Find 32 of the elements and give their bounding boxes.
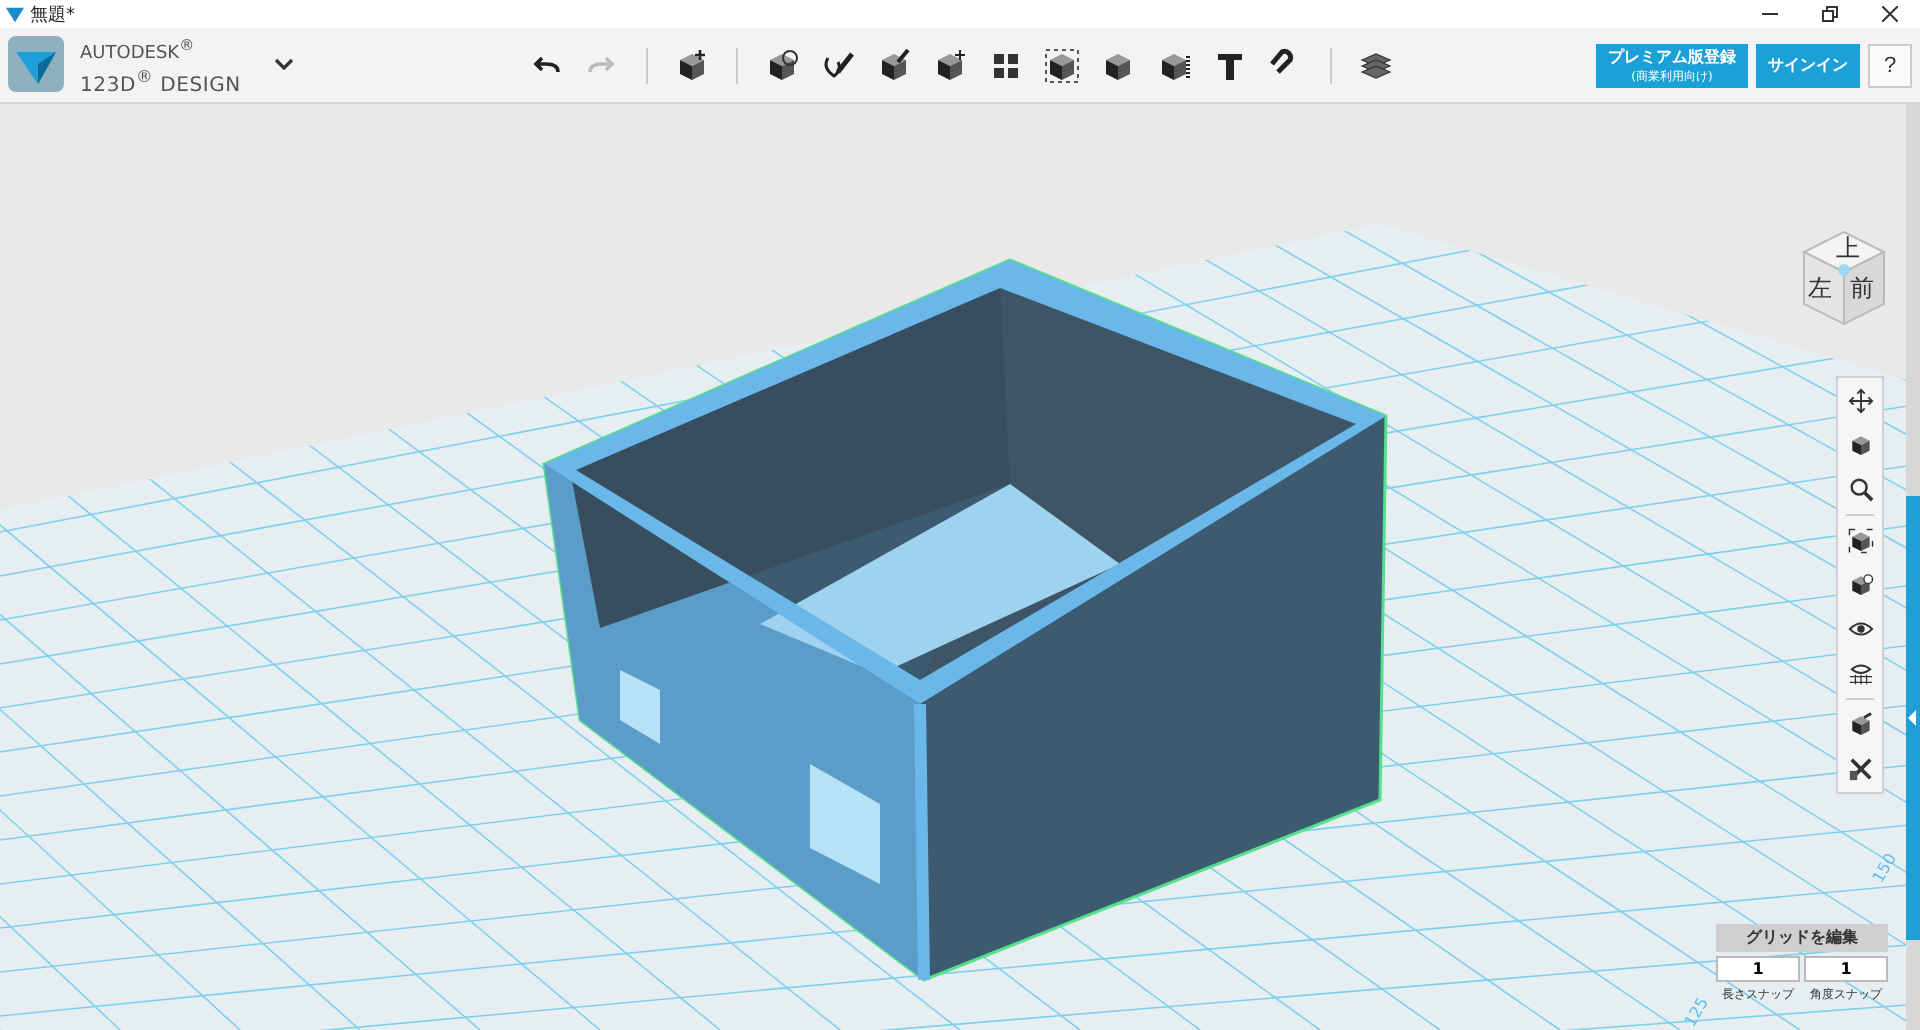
- grid-eye-icon: [1847, 660, 1873, 686]
- layers-icon: [1358, 47, 1394, 83]
- undo-arrow-icon: [532, 55, 560, 75]
- snap-input-field[interactable]: 1: [1804, 956, 1888, 982]
- app-logo-icon: [8, 36, 64, 93]
- view-cube-icon: [1847, 572, 1873, 598]
- brand-name: AUTODESK$^{®}$: [80, 33, 197, 66]
- arrow-left-icon: [1908, 710, 1918, 726]
- primitive-cube-icon: [674, 47, 710, 83]
- modify-cube-icon: [876, 47, 912, 83]
- chevron-down-icon: [274, 58, 295, 71]
- group-cube-icon: [1044, 47, 1080, 83]
- pan-arrows-icon: [1847, 388, 1873, 414]
- close-icon: [1882, 6, 1898, 22]
- orbit-cube-icon: [1847, 432, 1873, 458]
- material-cube-icon: [1847, 712, 1873, 738]
- grid-panel-title: グリッドを編集: [1716, 924, 1888, 952]
- help-button[interactable]: ?: [1868, 43, 1912, 87]
- snap-input-field[interactable]: 1: [1716, 956, 1800, 982]
- cube-face-label: 左: [1808, 272, 1832, 306]
- redo-arrow-icon: [588, 55, 616, 75]
- fit-cube-icon: [1847, 528, 1873, 554]
- view-cube[interactable]: 上 左 前: [1796, 228, 1892, 328]
- window-title: 無題*: [30, 3, 75, 27]
- cube-face-label: 前: [1850, 272, 1874, 306]
- restore-icon: [1822, 6, 1838, 22]
- transform-cube-icon: [932, 47, 968, 83]
- app-logo-icon: [6, 5, 24, 23]
- cube-face-label: 上: [1836, 232, 1860, 266]
- shape-cube-icon: [764, 47, 800, 83]
- product-name: 123D$^{®}$ DESIGN: [80, 65, 241, 97]
- zoom-icon: [1847, 476, 1873, 502]
